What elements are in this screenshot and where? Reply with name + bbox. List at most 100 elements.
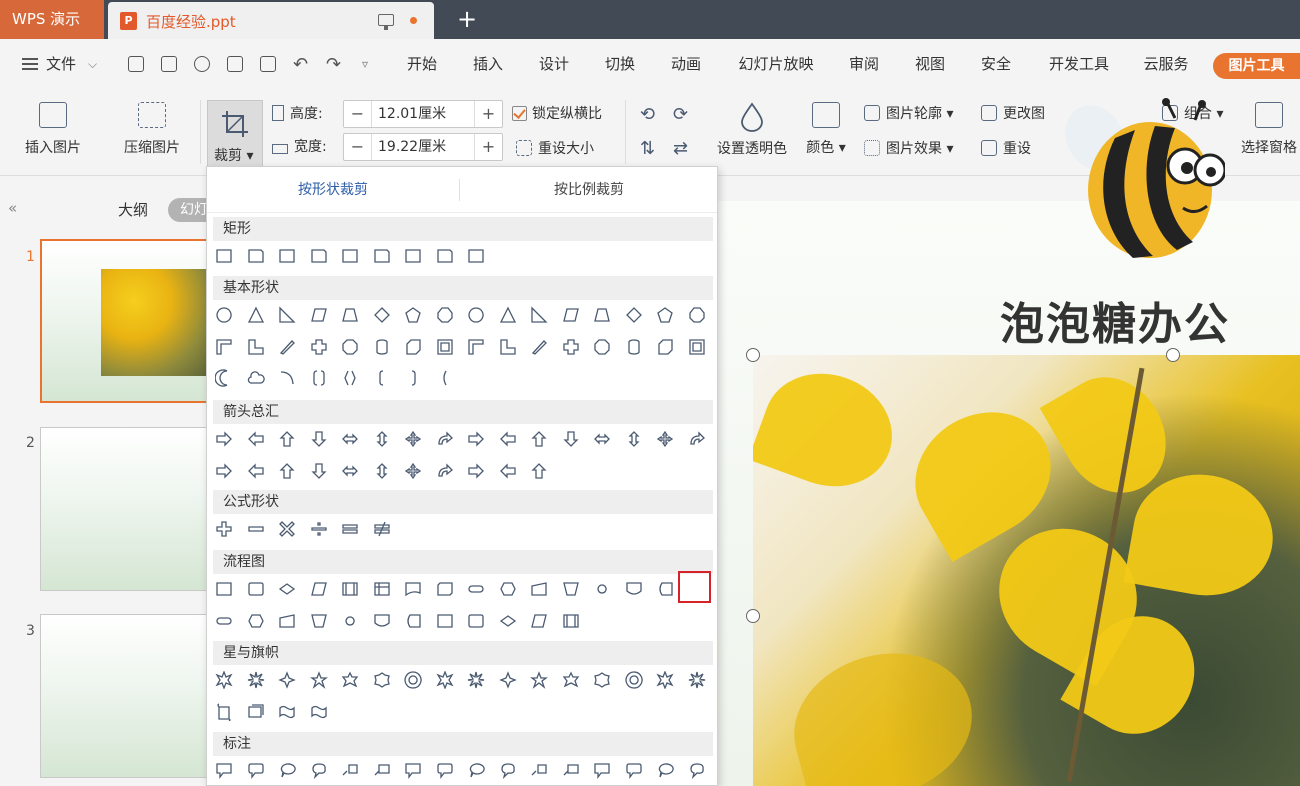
crop-shape-option[interactable] bbox=[625, 306, 643, 324]
crop-shape-option[interactable] bbox=[688, 671, 706, 689]
crop-shape-option[interactable] bbox=[498, 671, 517, 689]
crop-shape-option[interactable] bbox=[341, 430, 359, 448]
crop-shape-option[interactable] bbox=[215, 671, 233, 689]
crop-shape-option[interactable] bbox=[467, 612, 485, 630]
crop-shape-option[interactable] bbox=[593, 306, 611, 324]
crop-shape-option[interactable] bbox=[341, 612, 359, 630]
tab-crop-by-shape[interactable]: 按形状裁剪 bbox=[207, 167, 459, 213]
crop-shape-option[interactable] bbox=[341, 369, 359, 387]
crop-shape-option[interactable] bbox=[247, 306, 265, 324]
undo-icon[interactable]: ↶ bbox=[293, 39, 308, 90]
crop-shape-option[interactable] bbox=[215, 761, 233, 779]
crop-shape-option[interactable] bbox=[656, 430, 674, 448]
crop-shape-option[interactable] bbox=[310, 369, 328, 387]
crop-shape-option[interactable] bbox=[467, 247, 485, 265]
crop-shape-option[interactable] bbox=[247, 338, 265, 356]
collapse-panel-icon[interactable]: « bbox=[8, 199, 17, 217]
reset-picture-button[interactable]: 重设 bbox=[981, 136, 1031, 162]
crop-shape-option[interactable] bbox=[215, 247, 233, 265]
color-button[interactable]: 颜色 ▾ bbox=[800, 90, 852, 176]
crop-shape-option[interactable] bbox=[499, 430, 517, 448]
crop-shape-option[interactable] bbox=[310, 612, 328, 630]
crop-shape-option[interactable] bbox=[215, 462, 233, 480]
crop-shape-option[interactable] bbox=[656, 671, 674, 689]
redo-icon[interactable]: ↷ bbox=[326, 39, 341, 90]
crop-shape-option[interactable] bbox=[467, 462, 485, 480]
crop-shape-option[interactable] bbox=[215, 612, 233, 630]
crop-shape-option[interactable] bbox=[215, 338, 233, 356]
crop-shape-option[interactable] bbox=[247, 671, 265, 689]
resize-handle[interactable] bbox=[1166, 348, 1180, 362]
crop-shape-option[interactable] bbox=[247, 462, 265, 480]
height-decrease-button[interactable]: − bbox=[344, 101, 372, 127]
crop-shape-option[interactable] bbox=[656, 306, 674, 324]
crop-shape-option[interactable] bbox=[688, 761, 706, 779]
insert-picture-button[interactable]: 插入图片 bbox=[10, 90, 96, 176]
crop-shape-option[interactable] bbox=[562, 612, 580, 630]
crop-shape-option[interactable] bbox=[530, 671, 548, 689]
checkbox-checked-icon[interactable] bbox=[512, 106, 527, 121]
crop-shape-option[interactable] bbox=[278, 671, 296, 689]
crop-shape-option[interactable] bbox=[436, 247, 454, 265]
crop-shape-option[interactable] bbox=[467, 580, 485, 598]
crop-shape-option[interactable] bbox=[562, 430, 580, 448]
tab-animation[interactable]: 动画 bbox=[660, 39, 712, 90]
crop-shape-option[interactable] bbox=[310, 520, 328, 538]
crop-shape-option[interactable] bbox=[247, 369, 265, 387]
crop-shape-option[interactable] bbox=[467, 761, 485, 779]
crop-shape-option[interactable] bbox=[467, 338, 485, 356]
crop-shape-option[interactable] bbox=[562, 671, 580, 689]
crop-shape-option[interactable] bbox=[530, 430, 548, 448]
save-icon[interactable] bbox=[161, 56, 177, 72]
crop-shape-option[interactable] bbox=[404, 369, 422, 387]
crop-shape-option[interactable] bbox=[435, 671, 454, 689]
crop-shape-option[interactable] bbox=[656, 580, 674, 598]
crop-shape-option[interactable] bbox=[341, 580, 359, 598]
crop-shape-option[interactable] bbox=[530, 338, 548, 356]
crop-shape-option[interactable] bbox=[530, 580, 548, 598]
hamburger-icon[interactable] bbox=[22, 58, 38, 70]
crop-shape-option[interactable] bbox=[436, 338, 454, 356]
tab-view[interactable]: 视图 bbox=[904, 39, 956, 90]
crop-shape-option[interactable] bbox=[247, 430, 265, 448]
select-pane-button[interactable]: 选择窗格 bbox=[1238, 90, 1300, 176]
selected-picture[interactable] bbox=[753, 355, 1300, 786]
crop-shape-option[interactable] bbox=[404, 761, 422, 779]
slide-thumbnail-1[interactable] bbox=[40, 239, 211, 403]
crop-shape-option[interactable] bbox=[436, 430, 454, 448]
crop-shape-option[interactable] bbox=[373, 369, 391, 387]
crop-shape-option[interactable] bbox=[436, 612, 454, 630]
crop-shape-option[interactable] bbox=[436, 369, 454, 387]
tab-design[interactable]: 设计 bbox=[528, 39, 580, 90]
tab-transition[interactable]: 切换 bbox=[594, 39, 646, 90]
crop-shape-option[interactable] bbox=[436, 462, 454, 480]
crop-shape-option[interactable] bbox=[562, 580, 580, 598]
tab-insert[interactable]: 插入 bbox=[462, 39, 514, 90]
compress-picture-button[interactable]: 压缩图片 bbox=[112, 90, 192, 176]
crop-shape-option[interactable] bbox=[373, 761, 391, 779]
crop-shape-option[interactable] bbox=[404, 430, 422, 448]
crop-shape-option[interactable] bbox=[562, 338, 580, 356]
print-preview-icon[interactable] bbox=[260, 56, 276, 72]
crop-shape-option[interactable] bbox=[278, 338, 296, 356]
crop-shape-option[interactable] bbox=[499, 580, 517, 598]
tab-developer[interactable]: 开发工具 bbox=[1040, 39, 1118, 90]
crop-shape-option[interactable] bbox=[404, 462, 422, 480]
resize-handle[interactable] bbox=[746, 348, 760, 362]
flip-horizontal-icon[interactable]: ⇄ bbox=[673, 138, 688, 159]
crop-shape-option[interactable] bbox=[404, 612, 422, 630]
monitor-icon[interactable] bbox=[378, 14, 394, 30]
crop-shape-option[interactable] bbox=[278, 612, 296, 630]
crop-shape-option[interactable] bbox=[278, 520, 296, 538]
flip-vertical-icon[interactable]: ⇅ bbox=[640, 138, 655, 159]
print-icon[interactable] bbox=[227, 56, 243, 72]
selected-shape-highlight[interactable] bbox=[678, 571, 711, 603]
rotate-left-icon[interactable]: ⟲ bbox=[640, 104, 655, 125]
crop-shape-option[interactable] bbox=[530, 306, 548, 324]
crop-shape-option[interactable] bbox=[373, 580, 391, 598]
new-tab-button[interactable]: + bbox=[455, 4, 479, 34]
crop-shape-option[interactable] bbox=[310, 703, 328, 721]
crop-shape-option[interactable] bbox=[278, 306, 296, 324]
crop-shape-option[interactable] bbox=[341, 761, 359, 779]
crop-shape-option[interactable] bbox=[593, 430, 611, 448]
